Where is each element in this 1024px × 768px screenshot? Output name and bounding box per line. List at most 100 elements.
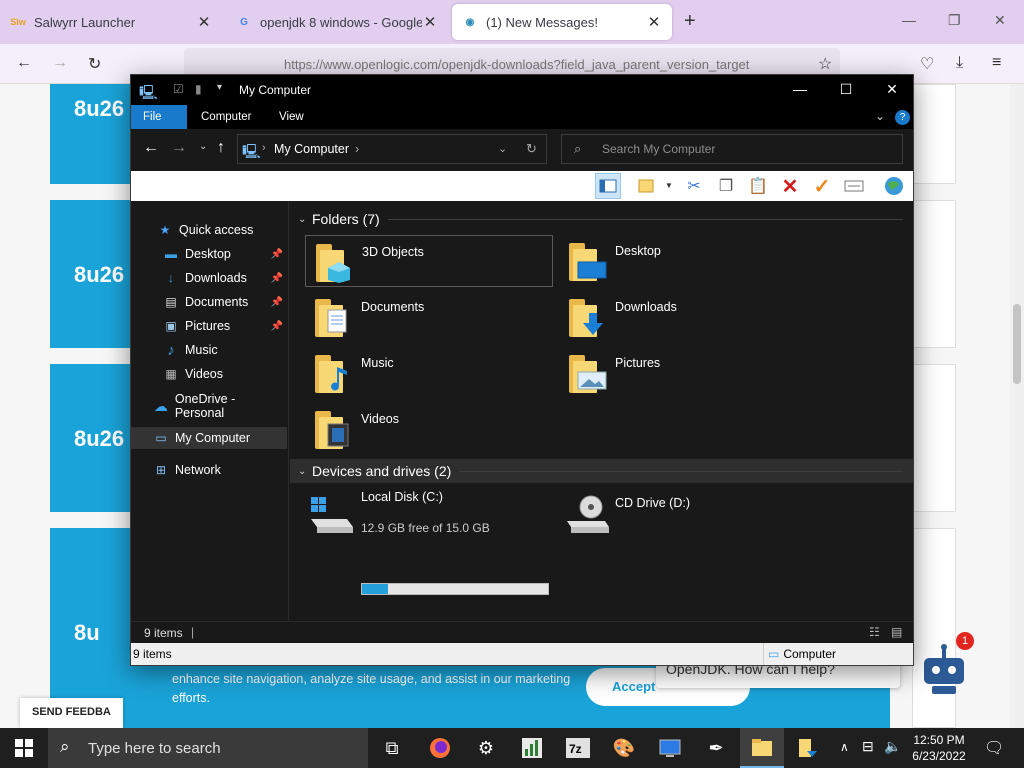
search-input[interactable]: ⌕ Search My Computer bbox=[561, 134, 903, 164]
sidebar-item-documents[interactable]: ▤ Documents 📌 bbox=[131, 291, 287, 313]
folders-group-header[interactable]: ⌄ Folders (7) bbox=[290, 207, 913, 231]
pin-icon[interactable]: 📌 bbox=[271, 249, 283, 260]
sidebar-item-my-computer[interactable]: ▭ My Computer bbox=[131, 427, 287, 449]
task-view-icon[interactable]: ⧉ bbox=[378, 734, 406, 762]
taskbar-search-input[interactable]: ⌕ Type here to search bbox=[48, 728, 368, 768]
collapse-chevron-icon[interactable]: ⌄ bbox=[298, 214, 306, 225]
delete-icon[interactable]: ✕ bbox=[777, 173, 803, 199]
recent-locations-icon[interactable]: ⌄ bbox=[199, 141, 207, 152]
notifications-icon[interactable]: 🗨 bbox=[984, 738, 1004, 758]
volume-icon[interactable]: 🔈 bbox=[884, 738, 901, 755]
copy-icon[interactable]: ❐ bbox=[713, 173, 739, 199]
close-tab-icon[interactable]: ✕ bbox=[646, 13, 662, 31]
download-icon[interactable]: ⤓ bbox=[956, 54, 963, 72]
maximize-icon[interactable]: ☐ bbox=[823, 81, 869, 98]
close-tab-icon[interactable]: ✕ bbox=[422, 13, 438, 31]
paste-icon[interactable]: 📋 bbox=[745, 173, 771, 199]
close-icon[interactable]: ✕ bbox=[869, 81, 915, 98]
folder-videos[interactable]: Videos bbox=[305, 403, 553, 455]
new-item-icon[interactable] bbox=[633, 173, 659, 199]
sidebar-item-onedrive[interactable]: ☁ OneDrive - Personal bbox=[131, 392, 287, 420]
breadcrumb[interactable]: My Computer bbox=[274, 142, 349, 156]
pin-icon[interactable]: 📌 bbox=[271, 273, 283, 284]
tiles-view-icon[interactable]: ▤ bbox=[891, 625, 902, 639]
new-folder-icon[interactable]: ▮ bbox=[195, 82, 202, 96]
tab-view[interactable]: View bbox=[267, 105, 316, 129]
7zip-icon[interactable]: 7z bbox=[564, 734, 592, 762]
pocket-icon[interactable]: ♡ bbox=[920, 54, 934, 74]
breadcrumb-chevron-icon[interactable]: › bbox=[262, 142, 266, 154]
close-window-icon[interactable]: ✕ bbox=[994, 12, 1006, 29]
pin-icon[interactable]: 📌 bbox=[271, 321, 283, 332]
back-icon[interactable]: ← bbox=[143, 139, 159, 157]
minimize-icon[interactable]: — bbox=[777, 81, 823, 97]
forward-icon[interactable]: → bbox=[52, 54, 68, 72]
folder-3d-objects[interactable]: 3D Objects bbox=[305, 235, 553, 287]
folder-documents[interactable]: Documents bbox=[305, 291, 553, 343]
new-item-dropdown-icon[interactable]: ▼ bbox=[665, 181, 673, 190]
explorer-title-bar[interactable]: 🖳 ☑ ▮ ▾ My Computer — ☐ ✕ bbox=[131, 75, 913, 105]
back-icon[interactable]: ← bbox=[16, 54, 32, 72]
network-globe-icon[interactable] bbox=[881, 173, 907, 199]
forward-icon[interactable]: → bbox=[171, 139, 187, 157]
sidebar-item-downloads[interactable]: ↓ Downloads 📌 bbox=[131, 267, 287, 289]
remote-desktop-icon[interactable] bbox=[656, 734, 684, 762]
details-view-icon[interactable]: ☷ bbox=[869, 625, 880, 639]
browser-tab-messages[interactable]: ◉ (1) New Messages! ✕ bbox=[452, 4, 672, 40]
chatbot-launcher[interactable]: 1 bbox=[918, 632, 974, 696]
properties-icon[interactable] bbox=[841, 173, 867, 199]
refresh-icon[interactable]: ↻ bbox=[526, 141, 537, 157]
sidebar-item-pictures[interactable]: ▣ Pictures 📌 bbox=[131, 315, 287, 337]
folder-pictures[interactable]: Pictures bbox=[559, 347, 807, 399]
restore-icon[interactable]: ❐ bbox=[948, 12, 961, 29]
pin-icon[interactable]: 📌 bbox=[271, 297, 283, 308]
folder-music[interactable]: Music bbox=[305, 347, 553, 399]
drive-cd-d[interactable]: CD Drive (D:) bbox=[559, 487, 759, 543]
properties-icon[interactable]: ☑ bbox=[173, 82, 184, 96]
reload-icon[interactable]: ↻ bbox=[88, 54, 101, 74]
tab-computer[interactable]: Computer bbox=[189, 105, 264, 129]
chart-app-icon[interactable] bbox=[518, 734, 546, 762]
address-bar[interactable]: 🖳 › My Computer › ⌄ ↻ bbox=[237, 134, 547, 164]
tab-file[interactable]: File bbox=[131, 105, 187, 129]
rename-check-icon[interactable]: ✓ bbox=[809, 173, 835, 199]
minimize-icon[interactable]: — bbox=[902, 12, 916, 28]
folder-desktop[interactable]: Desktop bbox=[559, 235, 807, 287]
network-tray-icon[interactable]: ⊟ bbox=[862, 738, 874, 755]
system-clock[interactable]: 12:50 PM 6/23/2022 bbox=[906, 732, 972, 764]
send-feedback-button[interactable]: SEND FEEDBA bbox=[20, 698, 123, 728]
sidebar-item-network[interactable]: ⊞ Network bbox=[131, 459, 287, 481]
scroll-thumb[interactable] bbox=[1013, 304, 1021, 384]
collapse-chevron-icon[interactable]: ⌄ bbox=[298, 466, 306, 477]
inkscape-icon[interactable]: ✒ bbox=[702, 734, 730, 762]
help-icon[interactable]: ? bbox=[895, 110, 910, 125]
address-dropdown-icon[interactable]: ⌄ bbox=[498, 142, 507, 155]
file-explorer-pinned-icon[interactable] bbox=[794, 734, 822, 762]
close-tab-icon[interactable]: ✕ bbox=[196, 13, 212, 31]
file-explorer-icon[interactable] bbox=[748, 734, 776, 762]
show-hidden-icons-icon[interactable]: ∧ bbox=[840, 740, 849, 754]
browser-tab-google[interactable]: G openjdk 8 windows - Google Se ✕ bbox=[226, 4, 448, 40]
sidebar-item-music[interactable]: ♪ Music bbox=[131, 339, 287, 361]
browser-tab-salwyrr[interactable]: Slw Salwyrr Launcher ✕ bbox=[0, 4, 222, 40]
bookmark-star-icon[interactable]: ☆ bbox=[818, 54, 832, 74]
page-scrollbar[interactable] bbox=[1010, 84, 1024, 728]
breadcrumb-chevron-icon[interactable]: › bbox=[355, 142, 359, 156]
start-button[interactable] bbox=[0, 728, 48, 768]
sidebar-item-quick-access[interactable]: ★ Quick access bbox=[131, 219, 287, 241]
preview-pane-icon[interactable] bbox=[595, 173, 621, 199]
expand-ribbon-icon[interactable]: ⌄ bbox=[875, 109, 885, 123]
devices-group-header[interactable]: ⌄ Devices and drives (2) bbox=[290, 459, 913, 483]
quick-access-dropdown-icon[interactable]: ▾ bbox=[217, 82, 222, 93]
sidebar-item-videos[interactable]: ▦ Videos bbox=[131, 363, 287, 385]
paint-icon[interactable]: 🎨 bbox=[610, 734, 638, 762]
firefox-icon[interactable] bbox=[426, 734, 454, 762]
sidebar-item-desktop[interactable]: ▬ Desktop 📌 bbox=[131, 243, 287, 265]
folder-downloads[interactable]: Downloads bbox=[559, 291, 807, 343]
new-tab-icon[interactable]: + bbox=[684, 10, 696, 33]
drive-local-disk-c[interactable]: Local Disk (C:) 12.9 GB free of 15.0 GB bbox=[305, 487, 555, 543]
menu-icon[interactable]: ≡ bbox=[992, 54, 1001, 72]
settings-gear-icon[interactable]: ⚙ bbox=[472, 734, 500, 762]
up-icon[interactable]: ↑ bbox=[217, 139, 225, 157]
cut-icon[interactable]: ✂ bbox=[681, 173, 707, 199]
